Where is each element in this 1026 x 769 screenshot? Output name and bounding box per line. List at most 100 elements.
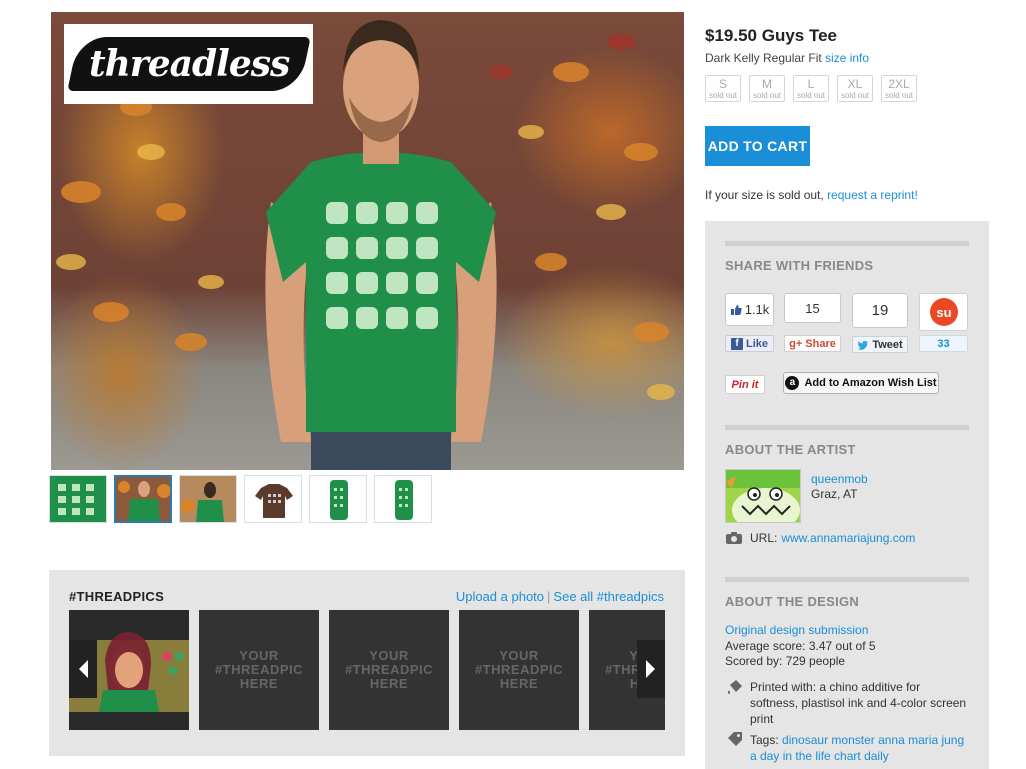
product-main-photo: threadless bbox=[51, 12, 684, 470]
chevron-left-icon bbox=[79, 660, 88, 678]
facebook-icon: f bbox=[730, 337, 743, 350]
logo-swoosh: threadless bbox=[66, 37, 311, 91]
stumbleupon-icon: su bbox=[929, 298, 958, 326]
gplus-count: 15 bbox=[805, 300, 820, 316]
tags-label: Tags: bbox=[750, 733, 779, 747]
request-reprint-link[interactable]: request a reprint! bbox=[827, 188, 918, 202]
thumbnail-model-girl[interactable] bbox=[179, 475, 237, 523]
size-label: 2XL bbox=[888, 77, 910, 91]
see-all-threadpics-link[interactable]: See all #threadpics bbox=[553, 589, 664, 604]
placeholder-line: HERE bbox=[239, 676, 279, 691]
fit-label: Dark Kelly Regular Fit bbox=[705, 51, 822, 65]
size-s-button[interactable]: Ssold out bbox=[705, 75, 741, 102]
share-heading: SHARE WITH FRIENDS bbox=[725, 258, 874, 273]
size-2xl-button[interactable]: 2XL sold out bbox=[881, 75, 917, 102]
artist-url-link[interactable]: www.annamariajung.com bbox=[781, 531, 915, 545]
twitter-count: 19 bbox=[871, 302, 889, 319]
gplus-count-bubble: 15 bbox=[784, 293, 841, 323]
placeholder-line: YOUR bbox=[499, 648, 539, 663]
pinit-button[interactable]: Pin it bbox=[725, 375, 765, 394]
thumbnail-design[interactable] bbox=[49, 475, 107, 523]
camera-icon bbox=[726, 532, 742, 544]
tags-row: Tags: dinosaur monster anna maria jung a… bbox=[725, 732, 969, 769]
artist-url-row: URL: www.annamariajung.com bbox=[725, 531, 915, 545]
upload-photo-link[interactable]: Upload a photo bbox=[456, 589, 544, 604]
size-status: sold out bbox=[752, 91, 782, 100]
reprint-text: If your size is sold out, bbox=[705, 188, 828, 202]
threadpic-placeholder[interactable]: YOUR#THREADPICHERE bbox=[329, 610, 449, 730]
twitter-count-bubble: 19 bbox=[852, 293, 908, 328]
artist-location: Graz, AT bbox=[811, 487, 858, 501]
placeholder-line: #THREADPIC bbox=[344, 662, 434, 677]
threadpics-title: #THREADPICS bbox=[69, 589, 165, 604]
facebook-count: 1.1k bbox=[744, 302, 770, 317]
size-status: sold out bbox=[708, 91, 738, 100]
product-fit: Dark Kelly Regular Fit size info bbox=[705, 51, 869, 65]
facebook-like-button[interactable]: f Like bbox=[725, 335, 774, 352]
amazon-wishlist-button[interactable]: a Add to Amazon Wish List bbox=[783, 372, 939, 394]
gplus-share-label: Share bbox=[805, 337, 836, 350]
thumbnail-brown-tee[interactable] bbox=[244, 475, 302, 523]
facebook-like-label: Like bbox=[745, 337, 768, 350]
size-status: sold out bbox=[884, 91, 914, 100]
add-to-cart-button[interactable]: ADD TO CART bbox=[705, 126, 810, 166]
carousel-next-button[interactable] bbox=[637, 640, 665, 698]
threadpic-placeholder[interactable]: YOUR#THREADPICHERE bbox=[459, 610, 579, 730]
stumbleupon-button[interactable]: su bbox=[919, 293, 968, 331]
carousel-prev-button[interactable] bbox=[69, 640, 97, 698]
original-submission-link[interactable]: Original design submission bbox=[725, 623, 868, 637]
url-label: URL: bbox=[750, 531, 778, 545]
threadless-logo[interactable]: threadless bbox=[64, 24, 313, 104]
tweet-label: Tweet bbox=[872, 338, 903, 351]
size-status: sold out bbox=[796, 91, 826, 100]
artist-avatar[interactable] bbox=[725, 469, 801, 523]
threadpic-placeholder[interactable]: YOUR#THREADPICHERE bbox=[199, 610, 319, 730]
tags-text: Tags: dinosaur monster anna maria jung a… bbox=[750, 732, 970, 764]
size-label: XL bbox=[847, 77, 863, 91]
thumbnail-model-guy[interactable] bbox=[114, 475, 172, 523]
scored-by: Scored by: 729 people bbox=[725, 654, 846, 668]
twitter-bird-icon bbox=[857, 340, 869, 350]
size-label: L bbox=[807, 77, 815, 91]
amazon-icon: a bbox=[785, 376, 800, 390]
thumbs-up-icon bbox=[730, 304, 742, 315]
design-heading: ABOUT THE DESIGN bbox=[725, 594, 860, 609]
size-l-button[interactable]: Lsold out bbox=[793, 75, 829, 102]
printed-with-text: Printed with: a chino additive for softn… bbox=[750, 680, 967, 726]
svg-text:su: su bbox=[936, 305, 951, 320]
amazon-wishlist-label: Add to Amazon Wish List bbox=[804, 377, 937, 389]
logo-text: threadless bbox=[88, 43, 289, 85]
threadpics-links: Upload a photo | See all #threadpics bbox=[456, 589, 664, 604]
paint-bucket-icon bbox=[728, 680, 742, 694]
artist-name-link[interactable]: queenmob bbox=[811, 472, 868, 486]
divider bbox=[725, 241, 969, 246]
tweet-button[interactable]: Tweet bbox=[852, 336, 908, 353]
gplus-share-button[interactable]: g+ Share bbox=[784, 335, 841, 352]
product-title: $19.50 Guys Tee bbox=[705, 26, 837, 45]
size-status: sold out bbox=[840, 91, 870, 100]
size-label: S bbox=[718, 77, 727, 91]
placeholder-line: HERE bbox=[369, 676, 409, 691]
size-label: M bbox=[762, 77, 772, 91]
chevron-right-icon bbox=[646, 660, 655, 678]
size-info-link[interactable]: size info bbox=[825, 51, 869, 65]
threadpics-carousel: YOUR #THREADPIC HERE YOUR #THREADPIC HERE YO… bbox=[69, 610, 665, 730]
thumbnail-phone-case[interactable] bbox=[309, 475, 367, 523]
placeholder-line: YOUR bbox=[369, 648, 409, 663]
sidebar-panel: SHARE WITH FRIENDS 1.1k f Like 15 g+ Share… bbox=[705, 221, 989, 769]
placeholder-line: #THREADPIC bbox=[474, 662, 564, 677]
size-m-button[interactable]: Msold out bbox=[749, 75, 785, 102]
placeholder-line: YOUR bbox=[239, 648, 279, 663]
artist-heading: ABOUT THE ARTIST bbox=[725, 442, 856, 457]
placeholder-line: HERE bbox=[499, 676, 539, 691]
thumbnail-phone-case-2[interactable] bbox=[374, 475, 432, 523]
divider bbox=[725, 577, 969, 582]
placeholder-line: #THREADPIC bbox=[214, 662, 304, 677]
printed-with-row: Printed with: a chino additive for softn… bbox=[725, 679, 969, 729]
link-separator: | bbox=[547, 589, 551, 604]
size-xl-button[interactable]: XL sold out bbox=[837, 75, 873, 102]
tags-links[interactable]: dinosaur monster anna maria jung a day i… bbox=[750, 733, 964, 763]
reprint-note: If your size is sold out, request a repr… bbox=[705, 188, 918, 202]
threadpics-section: #THREADPICS Upload a photo | See all #thre… bbox=[49, 570, 685, 756]
divider bbox=[725, 425, 969, 430]
